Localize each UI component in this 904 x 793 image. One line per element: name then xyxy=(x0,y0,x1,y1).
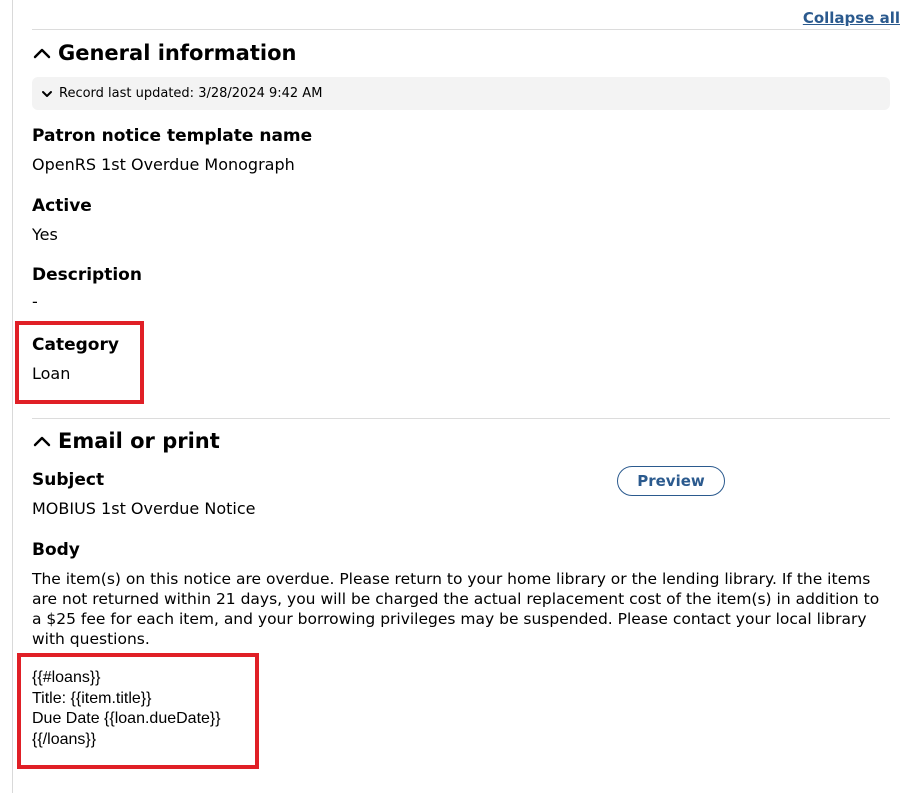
top-divider xyxy=(32,29,890,30)
body-label: Body xyxy=(32,540,80,560)
category-label: Category xyxy=(32,335,119,355)
subject-label: Subject xyxy=(32,470,105,490)
notice-template-detail: Collapse all General information Record … xyxy=(0,0,904,793)
record-last-updated: Record last updated: 3/28/2024 9:42 AM xyxy=(59,86,323,101)
category-value: Loan xyxy=(32,364,71,383)
collapse-all-link[interactable]: Collapse all xyxy=(803,9,900,27)
description-value: - xyxy=(32,292,38,311)
section-divider xyxy=(32,418,890,419)
body-text: The item(s) on this notice are overdue. … xyxy=(32,570,880,648)
template-code-block: {{#loans}} Title: {{item.title}} Due Dat… xyxy=(32,668,221,750)
preview-button[interactable]: Preview xyxy=(617,466,725,496)
general-information-header[interactable]: General information xyxy=(32,41,296,65)
template-line: Due Date {{loan.dueDate}} xyxy=(32,710,221,727)
description-label: Description xyxy=(32,265,142,285)
pane-divider xyxy=(12,0,13,793)
section-title: Email or print xyxy=(58,429,220,453)
template-name-label: Patron notice template name xyxy=(32,126,313,146)
email-or-print-header[interactable]: Email or print xyxy=(32,429,220,453)
template-line: Title: {{item.title}} xyxy=(32,689,152,707)
chevron-up-icon xyxy=(33,436,51,447)
section-title: General information xyxy=(58,41,297,65)
template-line: {{#loans}} xyxy=(32,669,101,686)
active-value: Yes xyxy=(32,225,58,244)
template-name-value: OpenRS 1st Overdue Monograph xyxy=(32,155,295,174)
subject-value: MOBIUS 1st Overdue Notice xyxy=(32,499,256,518)
active-label: Active xyxy=(32,196,92,216)
chevron-down-icon xyxy=(42,90,52,97)
chevron-up-icon xyxy=(33,48,51,59)
category-highlight-box xyxy=(15,321,144,404)
record-metadata-toggle[interactable]: Record last updated: 3/28/2024 9:42 AM xyxy=(32,77,890,110)
template-line: {{/loans}} xyxy=(32,730,97,748)
